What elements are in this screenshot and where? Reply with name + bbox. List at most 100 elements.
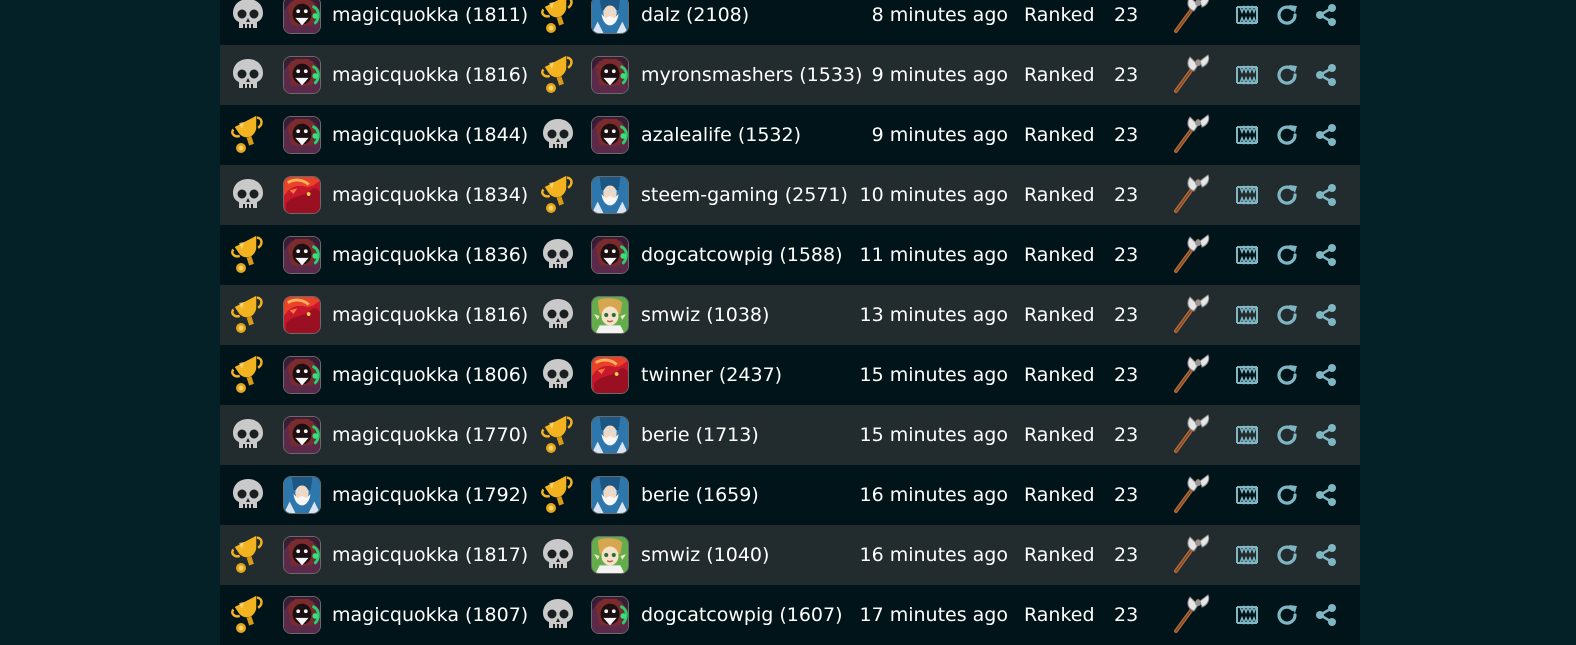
player2-avatar[interactable] xyxy=(591,0,629,45)
player2-avatar[interactable] xyxy=(591,405,629,465)
share-icon[interactable] xyxy=(1313,465,1339,525)
replay-icon[interactable] xyxy=(1274,585,1300,645)
replay-icon[interactable] xyxy=(1274,345,1300,405)
axe-icon xyxy=(1168,345,1212,405)
player2-name[interactable]: smwiz (1038) xyxy=(641,285,769,345)
trophy-icon xyxy=(228,105,268,165)
player2-name[interactable]: berie (1713) xyxy=(641,405,759,465)
battle-row: magicquokka (1816) myronsmashers (1533) 9… xyxy=(220,45,1360,105)
player2-name[interactable]: steem-gaming (2571) xyxy=(641,165,848,225)
trophy-icon xyxy=(228,225,268,285)
player2-avatar[interactable] xyxy=(591,585,629,645)
skull-icon xyxy=(538,585,578,645)
player1-avatar[interactable] xyxy=(283,585,321,645)
share-icon[interactable] xyxy=(1313,345,1339,405)
mana-cap: 23 xyxy=(1114,304,1139,326)
replay-icon[interactable] xyxy=(1274,285,1300,345)
mana-cap: 23 xyxy=(1114,124,1139,146)
player2-avatar[interactable] xyxy=(591,45,629,105)
player1-name[interactable]: magicquokka (1817) xyxy=(332,525,528,585)
player1-name[interactable]: magicquokka (1834) xyxy=(332,165,528,225)
player1-avatar[interactable] xyxy=(283,0,321,45)
replay-icon[interactable] xyxy=(1274,525,1300,585)
axe-icon xyxy=(1168,465,1212,525)
axe-icon xyxy=(1168,225,1212,285)
share-icon[interactable] xyxy=(1313,405,1339,465)
share-icon[interactable] xyxy=(1313,45,1339,105)
player2-avatar[interactable] xyxy=(591,105,629,165)
fangs-icon[interactable] xyxy=(1234,465,1260,525)
skull-icon xyxy=(228,0,268,45)
player1-name[interactable]: magicquokka (1792) xyxy=(332,465,528,525)
player1-avatar[interactable] xyxy=(283,225,321,285)
replay-icon[interactable] xyxy=(1274,0,1300,45)
player1-avatar[interactable] xyxy=(283,525,321,585)
trophy-icon xyxy=(228,345,268,405)
player1-name[interactable]: magicquokka (1770) xyxy=(332,405,528,465)
fangs-icon[interactable] xyxy=(1234,525,1260,585)
fangs-icon[interactable] xyxy=(1234,165,1260,225)
player1-avatar[interactable] xyxy=(283,465,321,525)
player1-avatar[interactable] xyxy=(283,285,321,345)
replay-icon[interactable] xyxy=(1274,225,1300,285)
player2-name[interactable]: dalz (2108) xyxy=(641,0,749,45)
replay-icon[interactable] xyxy=(1274,105,1300,165)
trophy-icon xyxy=(538,0,578,45)
battle-time: 10 minutes ago xyxy=(859,184,1009,206)
axe-icon xyxy=(1168,165,1212,225)
player2-avatar[interactable] xyxy=(591,225,629,285)
replay-icon[interactable] xyxy=(1274,465,1300,525)
player1-name[interactable]: magicquokka (1844) xyxy=(332,105,528,165)
player2-avatar[interactable] xyxy=(591,345,629,405)
player2-name[interactable]: azalealife (1532) xyxy=(641,105,801,165)
player2-name[interactable]: dogcatcowpig (1588) xyxy=(641,225,843,285)
battle-time: 9 minutes ago xyxy=(871,124,1008,146)
fangs-icon[interactable] xyxy=(1234,405,1260,465)
fangs-icon[interactable] xyxy=(1234,285,1260,345)
fangs-icon[interactable] xyxy=(1234,585,1260,645)
share-icon[interactable] xyxy=(1313,105,1339,165)
share-icon[interactable] xyxy=(1313,525,1339,585)
player1-avatar[interactable] xyxy=(283,45,321,105)
player2-name[interactable]: berie (1659) xyxy=(641,465,759,525)
player2-avatar[interactable] xyxy=(591,525,629,585)
player1-name[interactable]: magicquokka (1816) xyxy=(332,285,528,345)
player2-name[interactable]: myronsmashers (1533) xyxy=(641,45,862,105)
player1-name[interactable]: magicquokka (1807) xyxy=(332,585,528,645)
mana-cap: 23 xyxy=(1114,544,1139,566)
player1-avatar[interactable] xyxy=(283,405,321,465)
player2-avatar[interactable] xyxy=(591,465,629,525)
player1-name[interactable]: magicquokka (1836) xyxy=(332,225,528,285)
player2-name[interactable]: twinner (2437) xyxy=(641,345,782,405)
fangs-icon[interactable] xyxy=(1234,45,1260,105)
replay-icon[interactable] xyxy=(1274,405,1300,465)
battle-time: 11 minutes ago xyxy=(859,244,1009,266)
player2-name[interactable]: smwiz (1040) xyxy=(641,525,769,585)
skull-icon xyxy=(228,165,268,225)
share-icon[interactable] xyxy=(1313,225,1339,285)
player2-avatar[interactable] xyxy=(591,165,629,225)
battle-time: 15 minutes ago xyxy=(859,364,1009,386)
player1-avatar[interactable] xyxy=(283,165,321,225)
fangs-icon[interactable] xyxy=(1234,105,1260,165)
axe-icon xyxy=(1168,525,1212,585)
player2-name[interactable]: dogcatcowpig (1607) xyxy=(641,585,843,645)
player1-name[interactable]: magicquokka (1806) xyxy=(332,345,528,405)
share-icon[interactable] xyxy=(1313,285,1339,345)
player1-avatar[interactable] xyxy=(283,105,321,165)
fangs-icon[interactable] xyxy=(1234,0,1260,45)
replay-icon[interactable] xyxy=(1274,45,1300,105)
player1-name[interactable]: magicquokka (1811) xyxy=(332,0,528,45)
player1-name[interactable]: magicquokka (1816) xyxy=(332,45,528,105)
player1-avatar[interactable] xyxy=(283,345,321,405)
share-icon[interactable] xyxy=(1313,165,1339,225)
fangs-icon[interactable] xyxy=(1234,225,1260,285)
share-icon[interactable] xyxy=(1313,585,1339,645)
match-type: Ranked xyxy=(1024,244,1095,266)
fangs-icon[interactable] xyxy=(1234,345,1260,405)
match-type: Ranked xyxy=(1024,304,1095,326)
replay-icon[interactable] xyxy=(1274,165,1300,225)
player2-avatar[interactable] xyxy=(591,285,629,345)
share-icon[interactable] xyxy=(1313,0,1339,45)
skull-icon xyxy=(228,45,268,105)
